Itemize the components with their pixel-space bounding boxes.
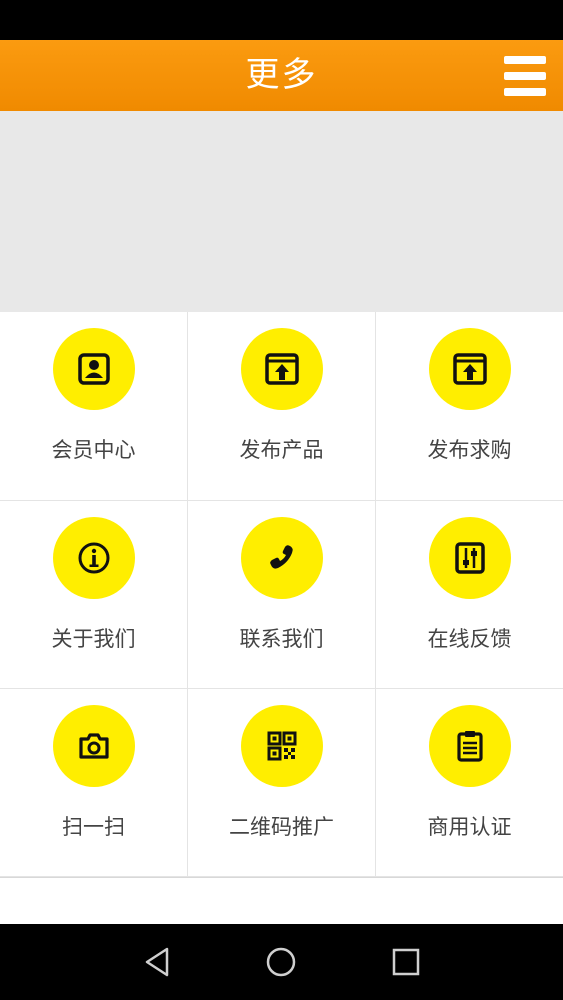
back-triangle-icon [145, 947, 169, 977]
grid-item-scan[interactable]: 扫一扫 [0, 689, 188, 877]
sliders-icon [454, 542, 485, 574]
grid-item-label: 会员中心 [51, 438, 136, 462]
home-circle-icon [266, 947, 296, 977]
upload-window-icon [452, 353, 487, 385]
upload-window-icon [264, 353, 299, 385]
grid-item-label: 发布产品 [239, 438, 324, 462]
grid-item-label: 二维码推广 [229, 815, 334, 839]
grid-item-member-center[interactable]: 会员中心 [0, 312, 188, 501]
grid-item-label: 关于我们 [51, 627, 136, 651]
member-card-icon [77, 353, 110, 385]
nav-recents-button[interactable] [386, 942, 426, 982]
icon-circle [240, 328, 323, 410]
grid-item-label: 在线反馈 [427, 627, 512, 651]
icon-circle [240, 705, 323, 787]
hamburger-menu-icon [504, 56, 546, 64]
grid-item-label: 商用认证 [427, 815, 512, 839]
icon-circle [428, 517, 511, 599]
qr-code-icon [267, 731, 296, 761]
clipboard-icon [456, 731, 483, 762]
page-title: 更多 [245, 55, 318, 95]
camera-icon [78, 733, 109, 759]
hamburger-line [504, 88, 546, 96]
banner-area [0, 111, 563, 312]
grid-item-contact-us[interactable]: 联系我们 [188, 501, 376, 689]
recents-square-icon [392, 948, 420, 976]
menu-button[interactable] [500, 54, 550, 98]
bottom-spacer [0, 877, 563, 924]
grid-item-label: 联系我们 [239, 627, 324, 651]
hamburger-line [504, 72, 546, 80]
feature-grid: 会员中心 发布产品 发布求购 关于我们 联系我们 在线反馈 扫一扫 二维码推广 … [0, 312, 563, 877]
grid-item-about-us[interactable]: 关于我们 [0, 501, 188, 689]
grid-item-publish-purchase[interactable]: 发布求购 [376, 312, 563, 501]
status-bar [0, 0, 563, 40]
app-header: 更多 [0, 40, 563, 111]
phone-icon [269, 545, 293, 569]
icon-circle [240, 517, 323, 599]
icon-circle [428, 328, 511, 410]
nav-home-button[interactable] [261, 942, 301, 982]
grid-item-label: 扫一扫 [62, 815, 125, 839]
info-icon [78, 542, 109, 574]
nav-back-button[interactable] [137, 942, 177, 982]
grid-item-label: 发布求购 [427, 438, 512, 462]
icon-circle [52, 705, 135, 787]
icon-circle [52, 517, 135, 599]
icon-circle [52, 328, 135, 410]
grid-item-business-certification[interactable]: 商用认证 [376, 689, 563, 877]
grid-item-publish-product[interactable]: 发布产品 [188, 312, 376, 501]
system-navigation-bar [0, 924, 563, 1000]
icon-circle [428, 705, 511, 787]
grid-item-online-feedback[interactable]: 在线反馈 [376, 501, 563, 689]
grid-item-qr-promotion[interactable]: 二维码推广 [188, 689, 376, 877]
